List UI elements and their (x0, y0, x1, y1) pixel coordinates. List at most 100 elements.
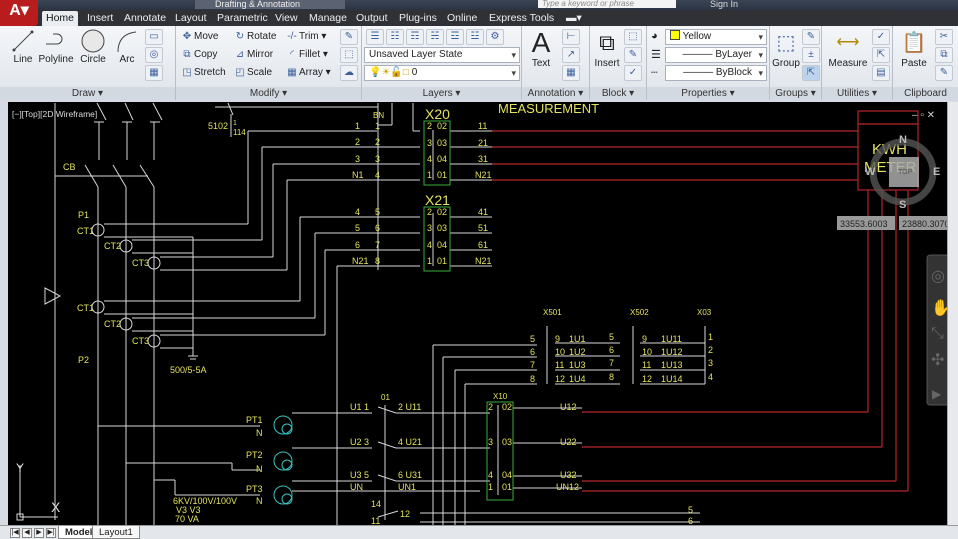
hatch-icon[interactable]: ◎ (145, 47, 163, 63)
array-icon: ▦ (287, 67, 297, 78)
table-icon[interactable]: ▦ (562, 65, 580, 81)
layer-isolate-icon[interactable]: ☶ (406, 29, 424, 45)
match-properties-icon[interactable]: ✎ (935, 65, 953, 81)
fillet-button[interactable]: ◜ Fillet ▾ (285, 47, 328, 63)
pt-switch-out: 2 U11 (398, 402, 421, 412)
first-layout-button[interactable]: |◀ (10, 528, 20, 538)
trim-button[interactable]: -/- Trim ▾ (285, 29, 326, 45)
tab-parametric[interactable]: Parametric (213, 11, 272, 26)
tab-layout1[interactable]: Layout1 (92, 526, 140, 539)
workspace-dropdown[interactable]: Drafting & Annotation (195, 0, 345, 9)
layers-panel-title[interactable]: Layers ▾ (362, 87, 521, 100)
zoom-extents-icon[interactable]: ⤡ (931, 325, 944, 342)
color-dropdown[interactable]: Yellow (665, 29, 767, 45)
x502-signal: 1U14 (661, 374, 683, 384)
compass-s[interactable]: S (899, 199, 906, 211)
properties-panel-title[interactable]: Properties ▾ (647, 87, 769, 100)
red-wires (492, 110, 919, 492)
copy-clip-icon[interactable]: ⧉ (935, 47, 953, 63)
tab-manage[interactable]: Manage (305, 11, 351, 26)
tab-home[interactable]: Home (42, 11, 79, 26)
compass-w[interactable]: W (865, 166, 876, 178)
layer-properties-icon[interactable]: ☰ (366, 29, 384, 45)
mirror-button[interactable]: ⊿ Mirror (233, 47, 273, 63)
compass-n[interactable]: N (899, 134, 907, 146)
tab-insert[interactable]: Insert (83, 11, 117, 26)
tab-view[interactable]: View (271, 11, 302, 26)
compass-e[interactable]: E (933, 166, 940, 178)
create-block-icon[interactable]: ⬚ (624, 29, 642, 45)
layer-lock-icon[interactable]: ⚙ (486, 29, 504, 45)
orbit-icon[interactable]: ✣ (931, 352, 944, 369)
ribbon-options-icon[interactable]: ▬▾ (562, 11, 586, 26)
steering-wheel-icon[interactable]: ◎ (931, 268, 945, 285)
tab-online[interactable]: Online (443, 11, 481, 26)
tab-express-tools[interactable]: Express Tools (485, 11, 558, 26)
group-edit-icon[interactable]: ± (802, 47, 820, 63)
application-menu-button[interactable]: A▾ (0, 0, 38, 26)
sign-in-button[interactable]: Sign In (710, 0, 738, 9)
paste-button[interactable]: 📋 Paste (897, 28, 931, 69)
prev-layout-button[interactable]: ◀ (22, 528, 32, 538)
ct-label: CT2 (104, 241, 121, 251)
groups-panel-title[interactable]: Groups ▾ (770, 87, 821, 100)
stretch-button[interactable]: ◳ Stretch (180, 65, 225, 81)
dimension-icon[interactable]: ⊢ (562, 29, 580, 45)
annotation-panel-title[interactable]: Annotation ▾ (522, 87, 589, 100)
edit-block-icon[interactable]: ✎ (624, 47, 642, 63)
polyline-button[interactable]: Polyline (38, 28, 74, 65)
utilities-panel-title[interactable]: Utilities ▾ (822, 87, 892, 100)
draw-panel-title[interactable]: Draw ▾ (0, 87, 175, 100)
circle-button[interactable]: Circle (78, 28, 108, 65)
move-button[interactable]: ✥ Move (180, 29, 219, 45)
block-panel-title[interactable]: Block ▾ (590, 87, 646, 100)
cut-icon[interactable]: ✂ (935, 29, 953, 45)
drawing[interactable]: [−][Top][2D Wireframe] MEASUREMENT KWH C… (0, 102, 958, 525)
layer-off-icon[interactable]: ☲ (446, 29, 464, 45)
tab-annotate[interactable]: Annotate (120, 11, 170, 26)
scale-button[interactable]: ◰ Scale (233, 65, 272, 81)
x20-right: 03 (437, 138, 447, 148)
layer-state-dropdown[interactable]: Unsaved Layer State (364, 47, 520, 63)
ungroup-icon[interactable]: ✎ (802, 29, 820, 45)
last-layout-button[interactable]: ▶| (46, 528, 56, 538)
tab-plug-ins[interactable]: Plug-ins (395, 11, 441, 26)
showmotion-icon[interactable]: ▶ (932, 387, 942, 401)
rotate-button[interactable]: ↻ Rotate (233, 29, 277, 45)
rectangle-icon[interactable]: ▭ (145, 29, 163, 45)
measure-button[interactable]: ⟷ Measure (826, 28, 870, 69)
explode-icon[interactable]: ⬚ (340, 47, 358, 63)
layer-unisolate-icon[interactable]: ☵ (426, 29, 444, 45)
calculator-icon[interactable]: ▤ (872, 65, 890, 81)
copy-button[interactable]: ⧉ Copy (180, 47, 217, 63)
layer-freeze-icon[interactable]: ☳ (466, 29, 484, 45)
insert-button[interactable]: ⧉ Insert (592, 28, 622, 69)
edit-attributes-icon[interactable]: ✓ (624, 65, 642, 81)
region-icon[interactable]: ▦ (145, 65, 163, 81)
vertical-scrollbar[interactable] (947, 102, 958, 525)
tab-output[interactable]: Output (352, 11, 392, 26)
layer-dropdown[interactable]: 💡☀🔓□ 0 (364, 65, 520, 81)
modify-panel-title[interactable]: Modify ▾ (176, 87, 361, 100)
tab-layout[interactable]: Layout (171, 11, 211, 26)
linetype-dropdown[interactable]: ——— ByLayer (665, 47, 767, 63)
group-selection-icon[interactable]: ⇱ (802, 65, 820, 81)
group-button[interactable]: ⬚ Group (771, 28, 801, 69)
arc-button[interactable]: Arc (112, 28, 142, 65)
array-button[interactable]: ▦ Array ▾ (285, 65, 330, 81)
viewport-window-controls[interactable]: – ▫ ✕ (912, 110, 935, 121)
lineweight-dropdown[interactable]: ——— ByBlock (665, 65, 767, 81)
text-button[interactable]: A Text (526, 28, 556, 70)
next-layout-button[interactable]: ▶ (34, 528, 44, 538)
leader-icon[interactable]: ↗ (562, 47, 580, 63)
clipboard-panel-title[interactable]: Clipboard (893, 87, 958, 100)
line-button[interactable]: Line (8, 28, 38, 65)
search-input[interactable]: Type a keyword or phrase (538, 0, 676, 8)
viewcube-top-label[interactable]: TOP (898, 169, 913, 176)
x03-out: 3 (708, 358, 713, 368)
offset-icon[interactable]: ☁ (340, 65, 358, 81)
layer-state-icon[interactable]: ☷ (386, 29, 404, 45)
erase-icon[interactable]: ✎ (340, 29, 358, 45)
quick-select-icon[interactable]: ✓ (872, 29, 890, 45)
select-all-icon[interactable]: ⇱ (872, 47, 890, 63)
